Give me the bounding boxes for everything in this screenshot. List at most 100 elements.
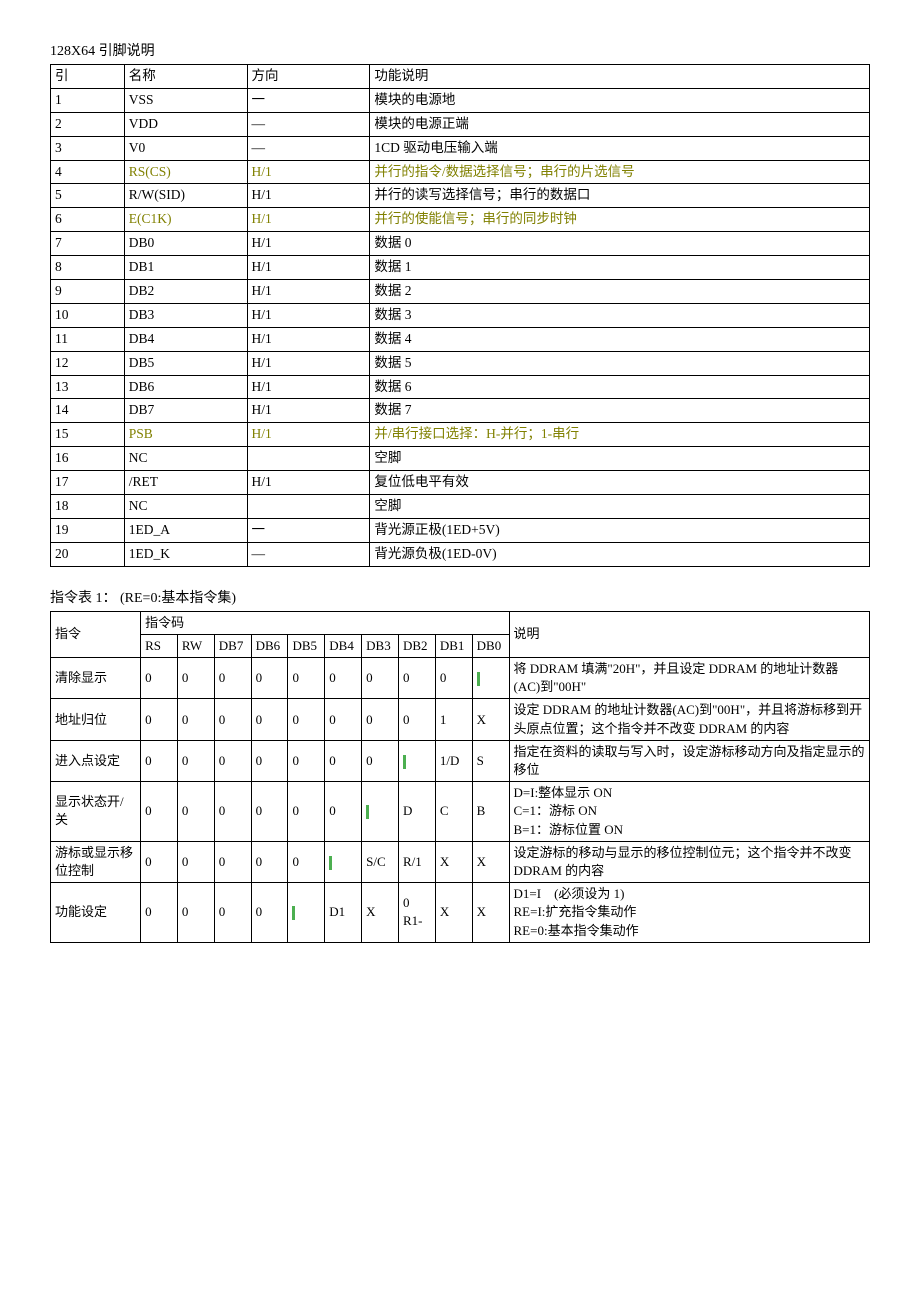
pin-name: DB7 xyxy=(124,399,247,423)
bit-cell: X xyxy=(472,699,509,740)
pin-number: 10 xyxy=(51,303,125,327)
pin-number: 2 xyxy=(51,112,125,136)
bit-cell: 0 xyxy=(288,699,325,740)
pin-direction: H/1 xyxy=(247,471,370,495)
pin-description: 数据 3 xyxy=(370,303,870,327)
pin-number: 18 xyxy=(51,495,125,519)
pin-description: 数据 2 xyxy=(370,280,870,304)
pin-row: 17/RETH/1复位低电平有效 xyxy=(51,471,870,495)
bit-cell: 0 xyxy=(177,658,214,699)
bit-cell: X xyxy=(472,841,509,882)
pin-number: 20 xyxy=(51,542,125,566)
pin-row: 2VDD—模块的电源正端 xyxy=(51,112,870,136)
bit-cell: 0 R1- xyxy=(398,883,435,943)
pin-row: 7DB0H/1数据 0 xyxy=(51,232,870,256)
pin-name: DB3 xyxy=(124,303,247,327)
bit-cell: 0 xyxy=(214,658,251,699)
bit-cell: 0 xyxy=(362,740,399,781)
header-db1: DB1 xyxy=(435,634,472,657)
header-db5: DB5 xyxy=(288,634,325,657)
pin-description: 数据 1 xyxy=(370,256,870,280)
instruction-row: 进入点设定00000001/DS指定在资料的读取与写入时，设定游标移动方向及指定… xyxy=(51,740,870,781)
pin-number: 1 xyxy=(51,88,125,112)
pin-description: 数据 7 xyxy=(370,399,870,423)
pin-name: DB6 xyxy=(124,375,247,399)
instruction-name: 显示状态开/关 xyxy=(51,782,141,842)
instruction-description: 设定 DDRAM 的地址计数器(AC)到"00H"，并且将游标移到开头原点位置；… xyxy=(509,699,869,740)
bit-cell: 0 xyxy=(177,782,214,842)
bit-cell: 0 xyxy=(288,658,325,699)
instruction-name: 地址归位 xyxy=(51,699,141,740)
pin-direction: H/1 xyxy=(247,327,370,351)
pin-row: 9DB2H/1数据 2 xyxy=(51,280,870,304)
bit-cell: 0 xyxy=(251,658,288,699)
bit-cell: S xyxy=(472,740,509,781)
header-rw: RW xyxy=(177,634,214,657)
bit-cell: 0 xyxy=(288,841,325,882)
instruction-name: 进入点设定 xyxy=(51,740,141,781)
header-code-group: 指令码 xyxy=(141,611,509,634)
marker-icon xyxy=(366,805,369,819)
pin-row: 18NC空脚 xyxy=(51,495,870,519)
bit-cell: 0 xyxy=(141,841,178,882)
instruction-row: 功能设定0000D1X0 R1-XXD1=I (必须设为 1)RE=I:扩充指令… xyxy=(51,883,870,943)
pin-name: DB5 xyxy=(124,351,247,375)
bit-cell: 0 xyxy=(325,740,362,781)
bit-cell: 0 xyxy=(141,782,178,842)
bit-cell: 0 xyxy=(214,740,251,781)
pin-direction: H/1 xyxy=(247,160,370,184)
pin-description: 数据 6 xyxy=(370,375,870,399)
pin-direction xyxy=(247,495,370,519)
bit-cell: S/C xyxy=(362,841,399,882)
pin-number: 17 xyxy=(51,471,125,495)
bit-cell: 0 xyxy=(398,699,435,740)
pin-direction: H/1 xyxy=(247,208,370,232)
pin-description: 复位低电平有效 xyxy=(370,471,870,495)
bit-cell: 0 xyxy=(398,658,435,699)
bit-cell: 0 xyxy=(177,740,214,781)
pin-row: 12DB5H/1数据 5 xyxy=(51,351,870,375)
pin-row: 3V0—1CD 驱动电压输入端 xyxy=(51,136,870,160)
instruction-table-title: 指令表 1： (RE=0:基本指令集) xyxy=(50,587,870,607)
marker-icon xyxy=(329,856,332,870)
instruction-row: 清除显示000000000将 DDRAM 填满"20H"，并且设定 DDRAM … xyxy=(51,658,870,699)
pin-direction: H/1 xyxy=(247,280,370,304)
instruction-row: 游标或显示移位控制00000S/CR/1XX设定游标的移动与显示的移位控制位元；… xyxy=(51,841,870,882)
pin-direction: — xyxy=(247,112,370,136)
pin-name: RS(CS) xyxy=(124,160,247,184)
pin-row: 15PSBH/1并/串行接口选择：H-并行；1-串行 xyxy=(51,423,870,447)
pin-description: 背光源正极(1ED+5V) xyxy=(370,518,870,542)
pin-number: 11 xyxy=(51,327,125,351)
pin-row: 10DB3H/1数据 3 xyxy=(51,303,870,327)
pin-description: 模块的电源正端 xyxy=(370,112,870,136)
bit-cell: 0 xyxy=(251,883,288,943)
pin-name: 1ED_A xyxy=(124,518,247,542)
pin-name: E(C1K) xyxy=(124,208,247,232)
instruction-description: D1=I (必须设为 1)RE=I:扩充指令集动作RE=0:基本指令集动作 xyxy=(509,883,869,943)
pin-row: 6E(C1K)H/1并行的使能信号；串行的同步时钟 xyxy=(51,208,870,232)
header-db4: DB4 xyxy=(325,634,362,657)
pin-direction: H/1 xyxy=(247,232,370,256)
bit-cell: 0 xyxy=(177,841,214,882)
pin-direction: — xyxy=(247,542,370,566)
pin-number: 7 xyxy=(51,232,125,256)
pin-row: 5R/W(SID)H/1并行的读写选择信号；串行的数据口 xyxy=(51,184,870,208)
instruction-description: D=I:整体显示 ONC=1：游标 ONB=1：游标位置 ON xyxy=(509,782,869,842)
header-pin: 引 xyxy=(51,65,125,89)
bit-cell xyxy=(288,883,325,943)
bit-cell: 1 xyxy=(435,699,472,740)
pin-row: 4RS(CS)H/1并行的指令/数据选择信号；串行的片选信号 xyxy=(51,160,870,184)
pin-number: 3 xyxy=(51,136,125,160)
pin-direction: H/1 xyxy=(247,351,370,375)
bit-cell: B xyxy=(472,782,509,842)
header-description: 说明 xyxy=(509,611,869,657)
bit-cell: 0 xyxy=(288,782,325,842)
bit-cell: 0 xyxy=(251,841,288,882)
pin-row: 16NC空脚 xyxy=(51,447,870,471)
header-rs: RS xyxy=(141,634,178,657)
bit-cell: 0 xyxy=(288,740,325,781)
bit-cell: X xyxy=(435,841,472,882)
pin-number: 19 xyxy=(51,518,125,542)
pin-number: 9 xyxy=(51,280,125,304)
pin-row: 14DB7H/1数据 7 xyxy=(51,399,870,423)
